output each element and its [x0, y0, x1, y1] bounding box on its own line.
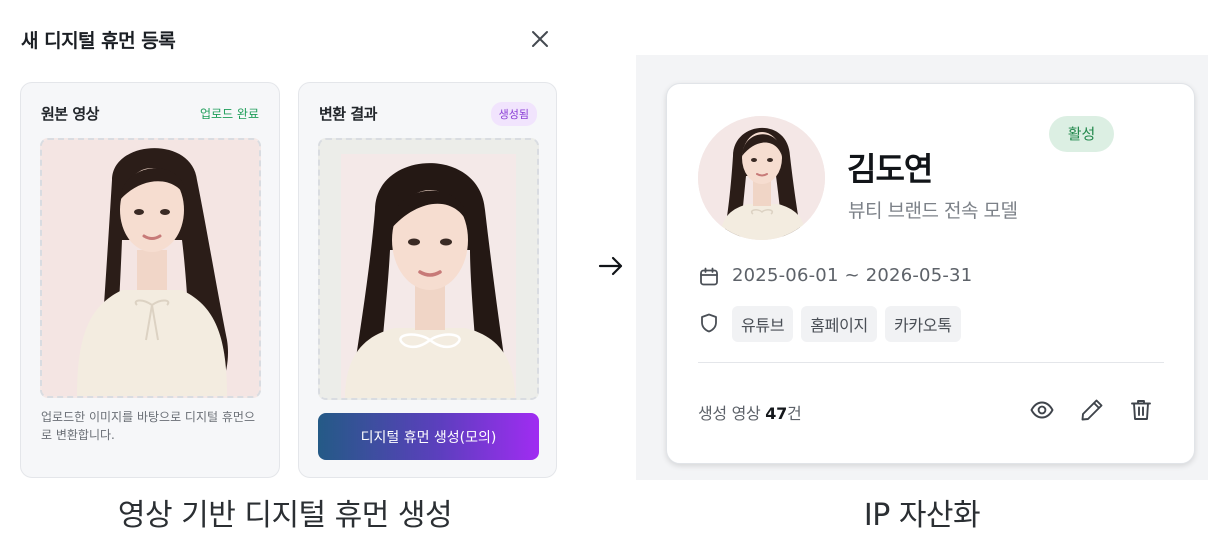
source-portrait — [42, 140, 259, 396]
video-count-unit: 건 — [786, 404, 802, 423]
video-count-value: 47 — [765, 404, 787, 423]
result-panel-title: 변환 결과 — [319, 105, 377, 123]
person-role: 뷰티 브랜드 전속 모델 — [848, 200, 1018, 222]
result-portrait — [320, 140, 537, 398]
channel-chip: 카카오톡 — [884, 306, 961, 342]
view-button[interactable] — [1029, 397, 1055, 423]
status-badge: 활성 — [1049, 116, 1114, 152]
video-count-label: 생성 영상 — [698, 404, 761, 423]
contract-date-range: 2025-06-01 ~ 2026-05-31 — [732, 265, 973, 286]
shield-icon — [698, 312, 720, 334]
person-name: 김도연 — [847, 150, 933, 188]
caption-right: IP 자산화 — [863, 498, 981, 533]
arrow-right-icon — [597, 254, 625, 278]
channel-chip: 홈페이지 — [801, 306, 877, 342]
upload-status: 업로드 완료 — [199, 107, 259, 121]
close-icon — [532, 31, 548, 47]
video-count: 생성 영상 47건 — [698, 400, 802, 424]
divider — [698, 362, 1164, 363]
generate-digital-human-button[interactable]: 디지털 휴먼 생성(모의) — [318, 413, 539, 460]
avatar — [698, 116, 825, 240]
pencil-icon — [1081, 399, 1103, 421]
calendar-icon — [698, 266, 720, 288]
channel-chip: 유튜브 — [732, 306, 794, 342]
trash-icon — [1131, 400, 1151, 420]
delete-button[interactable] — [1128, 397, 1154, 423]
source-description: 업로드한 이미지를 바탕으로 디지털 휴먼으로 변환합니다. — [41, 410, 255, 442]
eye-icon — [1030, 401, 1054, 419]
result-image[interactable] — [318, 138, 539, 400]
result-panel: 변환 결과 생성됨 디지털 휴먼 생성(모의) — [298, 82, 557, 478]
generated-badge: 생성됨 — [490, 102, 537, 126]
close-button[interactable] — [528, 27, 552, 51]
source-panel-title: 원본 영상 — [41, 105, 99, 123]
edit-button[interactable] — [1079, 397, 1105, 423]
profile-card: 김도연 뷰티 브랜드 전속 모델 활성 2025-06-01 ~ 2026-05… — [666, 83, 1195, 464]
source-image[interactable] — [40, 138, 261, 398]
caption-left: 영상 기반 디지털 휴먼 생성 — [117, 498, 453, 533]
source-panel: 원본 영상 업로드 완료 업로드한 이미지를 바탕으로 디지털 휴먼으로 변환합… — [20, 82, 280, 478]
channel-list: 유튜브 홈페이지 카카오톡 — [732, 306, 961, 342]
modal-title: 새 디지털 휴먼 등록 — [21, 30, 176, 52]
